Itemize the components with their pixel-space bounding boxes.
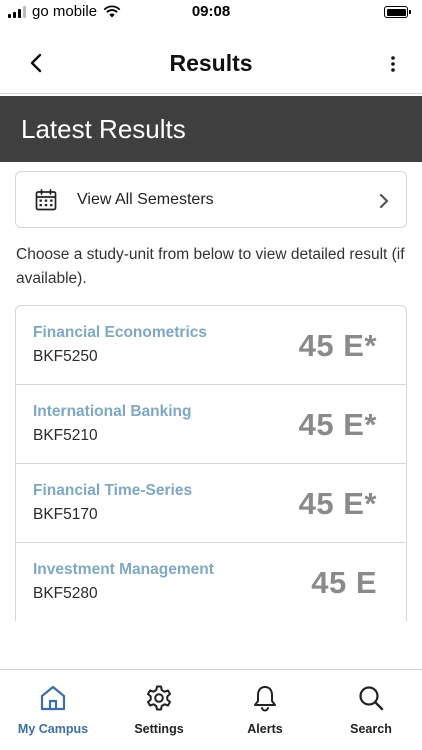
- course-name: International Banking: [33, 403, 192, 420]
- tab-my-campus[interactable]: My Campus: [0, 670, 106, 750]
- home-icon: [40, 685, 66, 711]
- course-grade: 45 E: [311, 565, 377, 600]
- instructions-text: Choose a study-unit from below to view d…: [16, 246, 405, 287]
- course-code: BKF5280: [33, 585, 98, 602]
- result-row[interactable]: Investment Management BKF5280 45 E: [16, 543, 406, 621]
- course-name: Financial Time-Series: [33, 482, 193, 499]
- course-grade: 45 E*: [298, 328, 377, 363]
- tab-label: My Campus: [17, 722, 89, 736]
- results-list: Financial Econometrics BKF5250 45 E* Int…: [15, 305, 407, 621]
- tab-alerts[interactable]: Alerts: [212, 670, 318, 750]
- vertical-ellipsis-icon: [391, 56, 395, 72]
- section-banner: Latest Results: [0, 96, 422, 162]
- tab-search[interactable]: Search: [318, 670, 422, 750]
- tab-label: Alerts: [247, 722, 283, 736]
- course-code: BKF5250: [33, 348, 98, 365]
- nav-bar: Results: [0, 30, 422, 94]
- course-name: Financial Econometrics: [33, 324, 207, 341]
- calendar-icon: [35, 189, 57, 211]
- tab-label: Settings: [134, 722, 184, 736]
- result-row[interactable]: Financial Time-Series BKF5170 45 E*: [16, 464, 406, 543]
- gear-icon: [147, 685, 171, 711]
- search-icon: [359, 686, 384, 711]
- course-grade: 45 E*: [298, 407, 377, 442]
- course-code: BKF5170: [33, 506, 98, 523]
- course-grade: 45 E*: [298, 486, 377, 521]
- tab-bar: My Campus Settings Alerts Search: [0, 669, 422, 750]
- bell-icon: [254, 686, 276, 712]
- semester-selector-label: View All Semesters: [77, 191, 214, 208]
- page-title: Results: [169, 50, 253, 76]
- course-code: BKF5210: [33, 427, 98, 444]
- battery-icon: [384, 6, 411, 18]
- result-row[interactable]: International Banking BKF5210 45 E*: [16, 385, 406, 464]
- view-all-semesters-button[interactable]: View All Semesters: [15, 171, 407, 228]
- banner-title: Latest Results: [21, 114, 186, 144]
- status-time: 09:08: [191, 3, 231, 20]
- more-options-button[interactable]: [388, 52, 398, 76]
- chevron-right-icon: [379, 193, 389, 209]
- result-row[interactable]: Financial Econometrics BKF5250 45 E*: [16, 306, 406, 385]
- tab-label: Search: [350, 722, 392, 736]
- tab-settings[interactable]: Settings: [106, 670, 212, 750]
- status-bar: go mobile 09:08: [0, 0, 422, 26]
- course-name: Investment Management: [33, 561, 214, 578]
